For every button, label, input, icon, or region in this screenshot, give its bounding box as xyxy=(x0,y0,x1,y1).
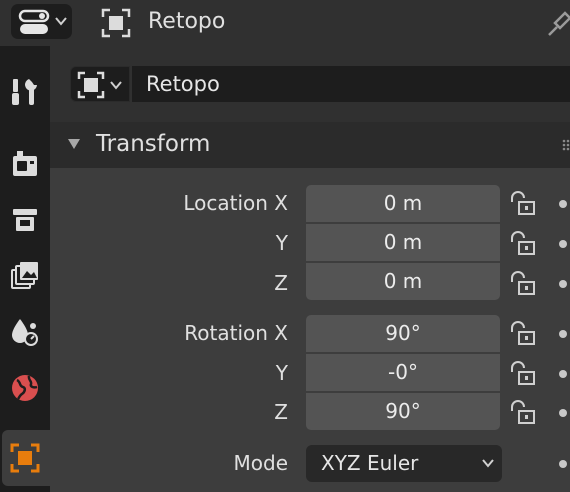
chevron-down-icon xyxy=(110,81,122,90)
keyframe-location-x-dot[interactable] xyxy=(559,200,567,208)
location-z-label: Z xyxy=(274,271,288,295)
object-icon xyxy=(10,443,40,473)
location-y-label: Y xyxy=(275,231,288,255)
mode-label: Mode xyxy=(233,451,289,475)
collapse-arrow-icon[interactable] xyxy=(67,138,81,150)
location-x-field[interactable]: 0 m xyxy=(306,185,500,222)
lock-location-y-icon[interactable] xyxy=(508,230,536,256)
lock-location-x-icon[interactable] xyxy=(508,190,536,216)
lock-rotation-x-icon[interactable] xyxy=(508,320,536,346)
tool-icon xyxy=(12,79,37,105)
tab-scene[interactable] xyxy=(0,304,50,360)
lock-location-z-icon[interactable] xyxy=(508,270,536,296)
lock-rotation-z-icon[interactable] xyxy=(508,399,536,425)
keyframe-rotation-y-dot[interactable] xyxy=(559,370,567,378)
object-type-selector[interactable] xyxy=(70,66,130,102)
location-y-field[interactable]: 0 m xyxy=(306,224,500,261)
rotation-z-label: Z xyxy=(274,400,288,424)
view-layer-icon xyxy=(11,262,38,289)
keyframe-rotation-x-dot[interactable] xyxy=(559,330,567,338)
tab-tool[interactable] xyxy=(0,64,50,120)
tab-render[interactable] xyxy=(0,136,50,192)
location-z-field[interactable]: 0 m xyxy=(306,263,500,300)
object-icon xyxy=(77,71,105,99)
rotation-x-field[interactable]: 90° xyxy=(306,315,500,352)
keyframe-location-y-dot[interactable] xyxy=(559,240,567,248)
tab-object[interactable] xyxy=(2,430,50,486)
object-name-field[interactable]: Retopo xyxy=(132,66,570,102)
keyframe-mode-dot[interactable] xyxy=(559,460,567,468)
object-icon xyxy=(101,8,131,38)
tab-view-layer[interactable] xyxy=(0,248,50,304)
keyframe-location-z-dot[interactable] xyxy=(559,280,567,288)
header-title: Retopo xyxy=(148,9,226,34)
world-icon xyxy=(12,375,38,401)
tab-output[interactable] xyxy=(0,192,50,248)
editor-type-button[interactable] xyxy=(11,4,72,39)
rotation-y-label: Y xyxy=(275,361,288,385)
scene-icon xyxy=(12,319,38,346)
chevron-down-icon xyxy=(482,459,494,468)
properties-editor-icon xyxy=(18,9,50,34)
chevron-down-icon xyxy=(55,17,67,26)
properties-tab-bar xyxy=(0,46,50,492)
rotation-y-field[interactable]: -0° xyxy=(306,354,500,391)
pin-icon[interactable] xyxy=(545,8,570,38)
rotation-x-label: Rotation X xyxy=(184,321,288,345)
location-x-label: Location X xyxy=(183,191,288,215)
transform-title: Transform xyxy=(96,131,211,157)
header xyxy=(0,0,570,46)
rotation-mode-select[interactable]: XYZ Euler xyxy=(306,445,502,482)
drag-handle-icon[interactable] xyxy=(562,138,570,152)
render-icon xyxy=(13,151,37,176)
output-icon xyxy=(13,209,37,231)
tab-world[interactable] xyxy=(0,360,50,416)
lock-rotation-y-icon[interactable] xyxy=(508,360,536,386)
keyframe-rotation-z-dot[interactable] xyxy=(559,409,567,417)
rotation-z-field[interactable]: 90° xyxy=(306,393,500,430)
